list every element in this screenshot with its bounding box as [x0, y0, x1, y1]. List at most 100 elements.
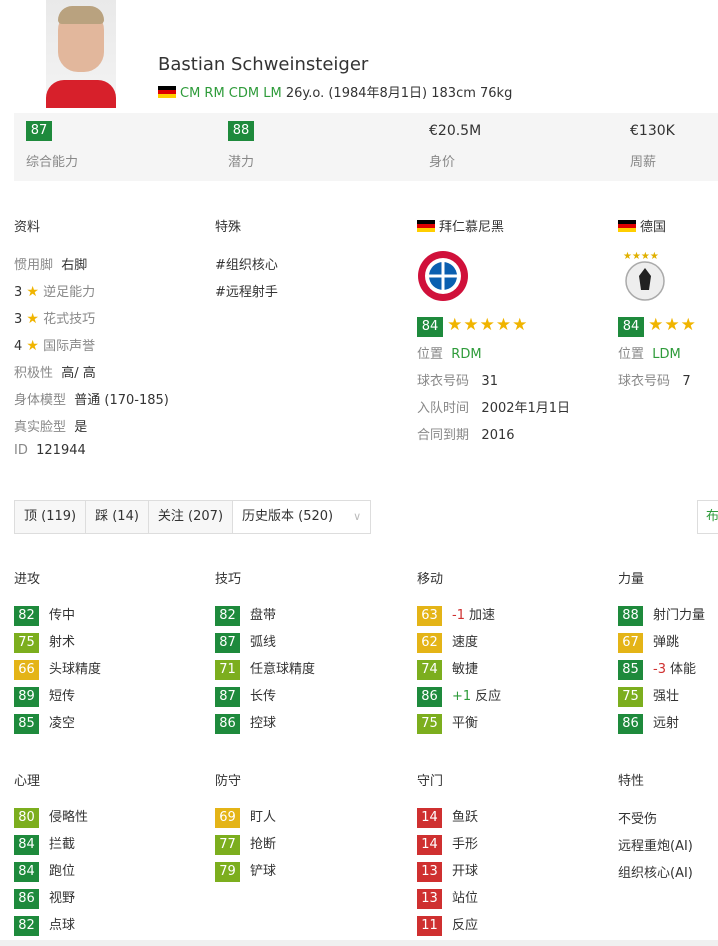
summary-value: €20.5M 身价 — [429, 121, 481, 170]
bayern-crest-icon[interactable] — [417, 250, 469, 302]
profile-title: 资料 — [14, 220, 41, 235]
defending-title: 防守 — [215, 774, 242, 789]
club-joined: 入队时间 2002年1月1日 — [417, 401, 571, 416]
attribute-name: 头球精度 — [49, 662, 102, 677]
attribute-name: 射门力量 — [653, 608, 706, 623]
international-rep: 4 ★ 国际声誉 — [14, 338, 96, 354]
attribute-row: 77 抢断 — [215, 833, 276, 855]
attribute-name: 控球 — [250, 716, 277, 731]
attribute-name: 拦截 — [49, 837, 76, 852]
attribute-value-badge: 82 — [215, 606, 240, 626]
skill-moves: 3 ★ 花式技巧 — [14, 311, 96, 327]
attribute-value-badge: 71 — [215, 660, 240, 680]
attribute-value-badge: 86 — [14, 889, 39, 909]
attribute-name: 射术 — [49, 635, 76, 650]
club-contract: 合同到期 2016 — [417, 428, 515, 443]
speciality-tag[interactable]: #远程射手 — [215, 281, 278, 300]
attribute-value-badge: 82 — [14, 916, 39, 936]
preferred-foot: 惯用脚 右脚 — [14, 258, 88, 273]
wage-amount: €130K — [630, 123, 675, 139]
attribute-name: 远射 — [653, 716, 680, 731]
player-id: ID 121944 — [14, 443, 86, 458]
page-bottom-divider — [0, 940, 718, 946]
attribute-row: 88 射门力量 — [618, 604, 705, 626]
mentality-title: 心理 — [14, 774, 41, 789]
star-icon: ★ — [26, 311, 39, 327]
svg-text:★★★★: ★★★★ — [623, 251, 659, 262]
attribute-row: 85 -3 体能 — [618, 658, 696, 680]
attribute-name: 体能 — [669, 662, 696, 677]
attribute-name: 速度 — [452, 635, 479, 650]
attribute-value-badge: 85 — [14, 714, 39, 734]
germany-crest-icon[interactable]: ★★★★ — [620, 248, 670, 302]
attribute-row: 69 盯人 — [215, 806, 276, 828]
attribute-row: 14 手形 — [417, 833, 478, 855]
attacking-title: 进攻 — [14, 572, 41, 587]
attribute-name: 盘带 — [250, 608, 277, 623]
value-amount: €20.5M — [429, 123, 482, 139]
attribute-name: 手形 — [452, 837, 479, 852]
attribute-row: 87 长传 — [215, 685, 276, 707]
skill-title: 技巧 — [215, 572, 242, 587]
history-dropdown[interactable]: 历史版本 (520) ∨ — [233, 501, 371, 533]
traits-title: 特性 — [618, 774, 645, 789]
attribute-name: 任意球精度 — [250, 662, 316, 677]
attribute-value-badge: 86 — [417, 687, 442, 707]
chevron-down-icon: ∨ — [353, 510, 362, 523]
germany-flag-icon — [158, 86, 176, 98]
attribute-row: 13 站位 — [417, 887, 478, 909]
attribute-row: 86 远射 — [618, 712, 679, 734]
attribute-row: 11 反应 — [417, 914, 478, 936]
attribute-value-badge: 69 — [215, 808, 240, 828]
action-bar: 顶 (119) 踩 (14) 关注 (207) 历史版本 (520) ∨ — [14, 500, 372, 534]
attribute-name: 反应 — [475, 689, 502, 704]
speciality-tag[interactable]: #组织核心 — [215, 254, 278, 273]
attribute-name: 传中 — [49, 608, 76, 623]
player-positions[interactable]: CM RM CDM LM — [180, 86, 282, 101]
attribute-value-badge: 14 — [417, 808, 442, 828]
value-label: 身价 — [429, 155, 456, 170]
attribute-name: 铲球 — [250, 864, 277, 879]
attribute-name: 强壮 — [653, 689, 680, 704]
attribute-row: 85 凌空 — [14, 712, 75, 734]
national-title[interactable]: 德国 — [618, 216, 666, 235]
attribute-value-badge: 88 — [618, 606, 643, 626]
national-kit-number: 球衣号码 7 — [618, 374, 691, 389]
attribute-row: 62 速度 — [417, 631, 478, 653]
attribute-row: 82 传中 — [14, 604, 75, 626]
dislike-button[interactable]: 踩 (14) — [86, 501, 149, 533]
attribute-row: 79 铲球 — [215, 860, 276, 882]
attribute-name: 弹跳 — [653, 635, 680, 650]
attribute-name: 凌空 — [49, 716, 76, 731]
attribute-name: 站位 — [452, 891, 479, 906]
specialities-title: 特殊 — [215, 220, 242, 235]
player-photo — [46, 0, 116, 108]
attribute-name: 点球 — [49, 918, 76, 933]
attribute-row: 84 拦截 — [14, 833, 75, 855]
player-info: 26y.o. (1984年8月1日) 183cm 76kg — [285, 86, 513, 101]
attribute-row: 66 头球精度 — [14, 658, 101, 680]
attribute-value-badge: 75 — [417, 714, 442, 734]
trait-item: 远程重炮(AI) — [618, 839, 693, 854]
attribute-name: 加速 — [468, 608, 495, 623]
like-button[interactable]: 顶 (119) — [15, 501, 87, 533]
national-rating: 84 ★★★ — [618, 315, 697, 337]
attribute-name: 弧线 — [250, 635, 277, 650]
attribute-row: 71 任意球精度 — [215, 658, 315, 680]
attribute-row: 86 控球 — [215, 712, 276, 734]
trait-item: 组织核心(AI) — [618, 866, 693, 881]
club-position: 位置 RDM — [417, 347, 482, 362]
attribute-row: 13 开球 — [417, 860, 478, 882]
attribute-value-badge: 77 — [215, 835, 240, 855]
attribute-row: 82 点球 — [14, 914, 75, 936]
attribute-value-badge: 86 — [618, 714, 643, 734]
germany-flag-icon — [618, 220, 636, 232]
movement-title: 移动 — [417, 572, 444, 587]
follow-button[interactable]: 关注 (207) — [149, 501, 234, 533]
attribute-value-badge: 86 — [215, 714, 240, 734]
attribute-name: 视野 — [49, 891, 76, 906]
club-title[interactable]: 拜仁慕尼黑 — [417, 216, 504, 235]
work-rate: 积极性 高/ 高 — [14, 366, 96, 381]
attribute-name: 跑位 — [49, 864, 76, 879]
partial-button[interactable]: 布 — [697, 500, 718, 534]
